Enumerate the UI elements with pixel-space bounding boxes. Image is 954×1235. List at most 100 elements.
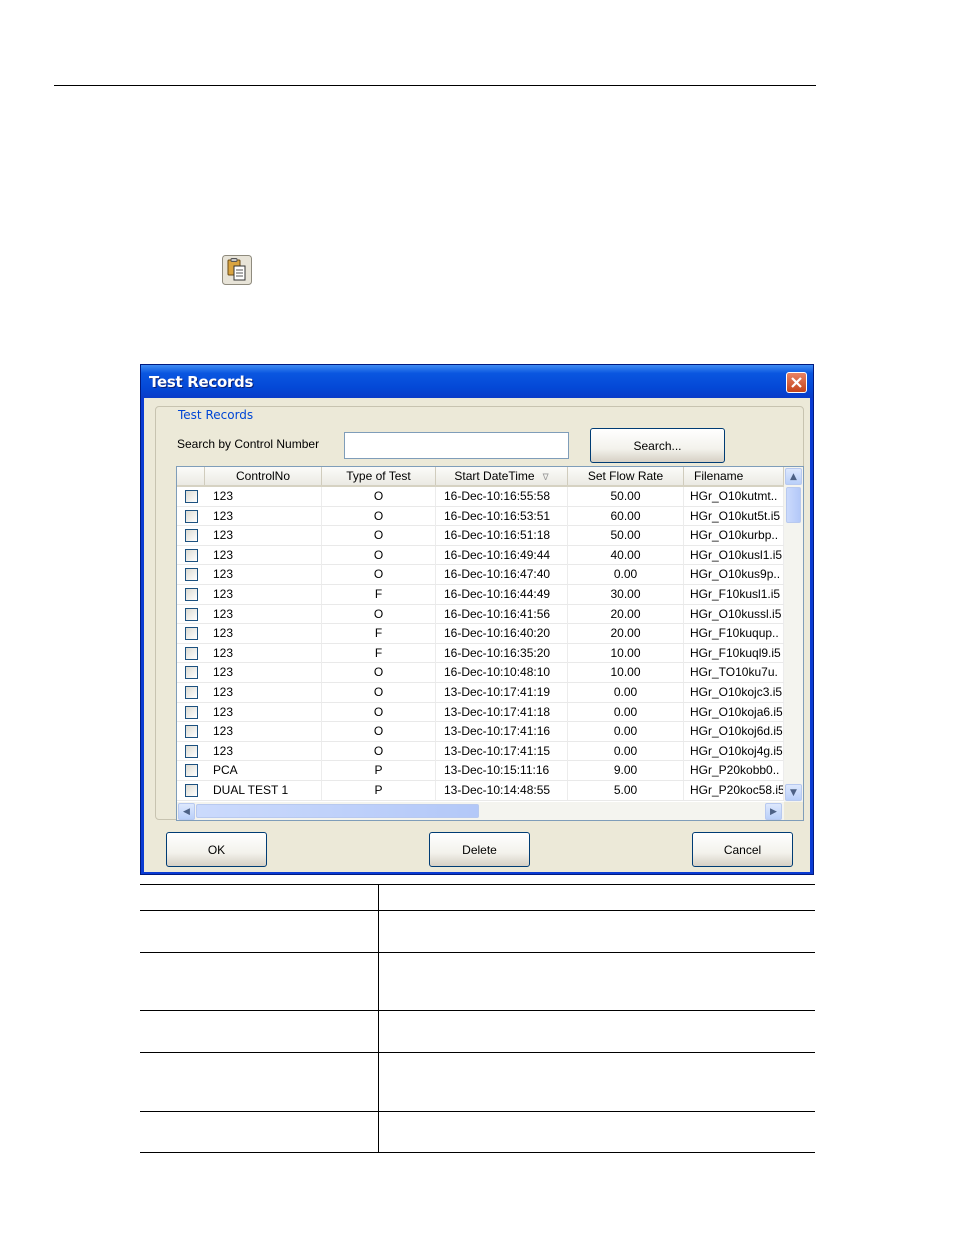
table-row (140, 1052, 815, 1112)
vertical-scroll-thumb[interactable] (786, 487, 801, 523)
table-row[interactable]: 123 O 13-Dec-10:17:41:16 0.00 HGr_O10koj6d.i… (177, 722, 784, 742)
table-row[interactable]: 123 O 16-Dec-10:10:48:10 10.00 HGr_TO10ku7u. (177, 663, 784, 683)
table-row[interactable]: 123 O 16-Dec-10:16:55:58 50.00 HGr_O10kutmt.… (177, 487, 784, 507)
cell-type-of-test: O (322, 741, 436, 761)
table-row[interactable]: PCA P 13-Dec-10:15:11:16 9.00 HGr_P20kobb0.. (177, 761, 784, 781)
cell-filename: HGr_F10kuqup.. (684, 624, 784, 644)
row-checkbox[interactable] (185, 627, 198, 641)
row-checkbox[interactable] (185, 490, 198, 503)
cell-filename: HGr_O10kusl1.i5 (684, 545, 784, 565)
cell-controlno: 123 (205, 604, 322, 624)
test-records-dialog: Test Records Test Records Search by Cont… (140, 364, 814, 875)
row-checkbox[interactable] (185, 568, 198, 582)
row-checkbox[interactable] (185, 548, 198, 562)
row-checkbox[interactable] (185, 764, 198, 778)
table-row[interactable]: 123 O 16-Dec-10:16:51:18 50.00 HGr_O10kurbp.… (177, 526, 784, 546)
row-checkbox[interactable] (185, 587, 198, 601)
cell-start-datetime: 16-Dec-10:16:47:40 (436, 565, 568, 585)
cell-start-datetime: 16-Dec-10:16:49:44 (436, 545, 568, 565)
header-controlno[interactable]: ControlNo (205, 467, 322, 485)
table-header-row (140, 884, 815, 911)
row-checkbox[interactable] (185, 744, 198, 758)
cell-controlno: 123 (205, 526, 322, 546)
cell-filename: HGr_O10koja6.i5 (684, 702, 784, 722)
cell-filename: HGr_P20koc58.i5 (684, 780, 784, 800)
cell-controlno: PCA (205, 761, 322, 781)
table-row[interactable]: 123 O 16-Dec-10:16:53:51 60.00 HGr_O10kut5t.… (177, 506, 784, 527)
dialog-client: Test Records Search by Control Number Se… (144, 398, 810, 872)
cell-filename: HGr_O10kojc3.i5 (684, 682, 784, 702)
cancel-button[interactable]: Cancel (692, 832, 793, 867)
horizontal-scrollbar[interactable]: ◀ ▶ (177, 802, 784, 820)
cell-set-flow-rate: 20.00 (568, 624, 684, 644)
row-checkbox[interactable] (185, 607, 198, 621)
header-set-flow-rate[interactable]: Set Flow Rate (568, 467, 684, 485)
cell-set-flow-rate: 60.00 (568, 506, 684, 526)
table-row[interactable]: 123 O 16-Dec-10:16:47:40 0.00 HGr_O10kus9p.. (177, 565, 784, 585)
cell-filename: HGr_P20kobb0.. (684, 761, 784, 781)
dialog-title: Test Records (149, 373, 254, 391)
header-filename[interactable]: Filename (684, 467, 784, 485)
cell-type-of-test: O (322, 702, 436, 722)
header-checkbox-column[interactable] (177, 467, 205, 485)
vertical-scrollbar[interactable]: ▲ ▼ (784, 467, 803, 802)
grid-header: ControlNo Type of Test Start DateTime ∇ S… (177, 467, 784, 487)
cell-start-datetime: 13-Dec-10:17:41:18 (436, 702, 568, 722)
cell-set-flow-rate: 10.00 (568, 643, 684, 663)
cell-set-flow-rate: 20.00 (568, 604, 684, 624)
ok-button[interactable]: OK (166, 832, 267, 867)
cell-filename: HGr_F10kusl1.i5 (684, 584, 784, 604)
scroll-right-arrow-icon[interactable]: ▶ (765, 803, 782, 820)
cell-type-of-test: O (322, 487, 436, 506)
cell-type-of-test: O (322, 722, 436, 742)
table-row[interactable]: 123 F 16-Dec-10:16:40:20 20.00 HGr_F10kuqup.… (177, 624, 784, 644)
cell-filename: HGr_O10kut5t.i5 (684, 506, 784, 526)
cell-controlno: 123 (205, 741, 322, 761)
cell-filename: HGr_O10kutmt.. (684, 487, 784, 506)
group-label: Test Records (176, 408, 256, 422)
scroll-left-arrow-icon[interactable]: ◀ (178, 803, 195, 820)
cell-type-of-test: P (322, 780, 436, 800)
delete-button[interactable]: Delete (429, 832, 530, 867)
cell-set-flow-rate: 10.00 (568, 663, 684, 683)
dialog-titlebar[interactable]: Test Records (141, 365, 813, 398)
table-row[interactable]: 123 O 16-Dec-10:16:41:56 20.00 HGr_O10kussl.… (177, 604, 784, 625)
scroll-up-arrow-icon[interactable]: ▲ (785, 468, 802, 485)
table-row (140, 952, 815, 1011)
table-row[interactable]: 123 O 13-Dec-10:17:41:15 0.00 HGr_O10koj4g.i… (177, 741, 784, 762)
row-checkbox[interactable] (185, 509, 198, 523)
row-checkbox[interactable] (185, 529, 198, 543)
close-icon[interactable] (786, 372, 807, 393)
cell-controlno: 123 (205, 643, 322, 663)
cell-start-datetime: 13-Dec-10:14:48:55 (436, 780, 568, 800)
scroll-corner (784, 802, 803, 820)
top-rule (54, 85, 816, 86)
table-row[interactable]: 123 O 13-Dec-10:17:41:18 0.00 HGr_O10koja6.i… (177, 702, 784, 723)
cell-filename: HGr_O10kurbp.. (684, 526, 784, 546)
row-checkbox[interactable] (185, 685, 198, 699)
cell-filename: HGr_O10koj4g.i5 (684, 741, 784, 761)
row-checkbox[interactable] (185, 666, 198, 680)
grid-rows: 123 O 16-Dec-10:16:55:58 50.00 HGr_O10kutmt.… (177, 487, 784, 801)
search-button[interactable]: Search... (590, 428, 725, 463)
cell-type-of-test: O (322, 506, 436, 526)
horizontal-scroll-thumb[interactable] (196, 804, 479, 818)
table-row[interactable]: 123 O 13-Dec-10:17:41:19 0.00 HGr_O10kojc3.i… (177, 682, 784, 703)
table-row[interactable]: 123 F 16-Dec-10:16:35:20 10.00 HGr_F10kuql9.… (177, 643, 784, 664)
row-checkbox[interactable] (185, 646, 198, 660)
row-checkbox[interactable] (185, 725, 198, 739)
scroll-down-arrow-icon[interactable]: ▼ (785, 784, 802, 801)
row-checkbox[interactable] (185, 705, 198, 719)
sort-desc-icon: ∇ (542, 472, 549, 482)
table-row[interactable]: 123 F 16-Dec-10:16:44:49 30.00 HGr_F10kusl1.… (177, 584, 784, 605)
header-start-datetime[interactable]: Start DateTime ∇ (436, 467, 568, 485)
cell-set-flow-rate: 0.00 (568, 722, 684, 742)
cell-set-flow-rate: 0.00 (568, 565, 684, 585)
table-row[interactable]: 123 O 16-Dec-10:16:49:44 40.00 HGr_O10kusl1.… (177, 545, 784, 566)
search-input[interactable] (344, 432, 569, 459)
cell-start-datetime: 13-Dec-10:17:41:19 (436, 682, 568, 702)
table-row[interactable]: DUAL TEST 1 P 13-Dec-10:14:48:55 5.00 HGr_P2… (177, 780, 784, 801)
row-checkbox[interactable] (185, 783, 198, 797)
header-type-of-test[interactable]: Type of Test (322, 467, 436, 485)
cell-controlno: 123 (205, 702, 322, 722)
